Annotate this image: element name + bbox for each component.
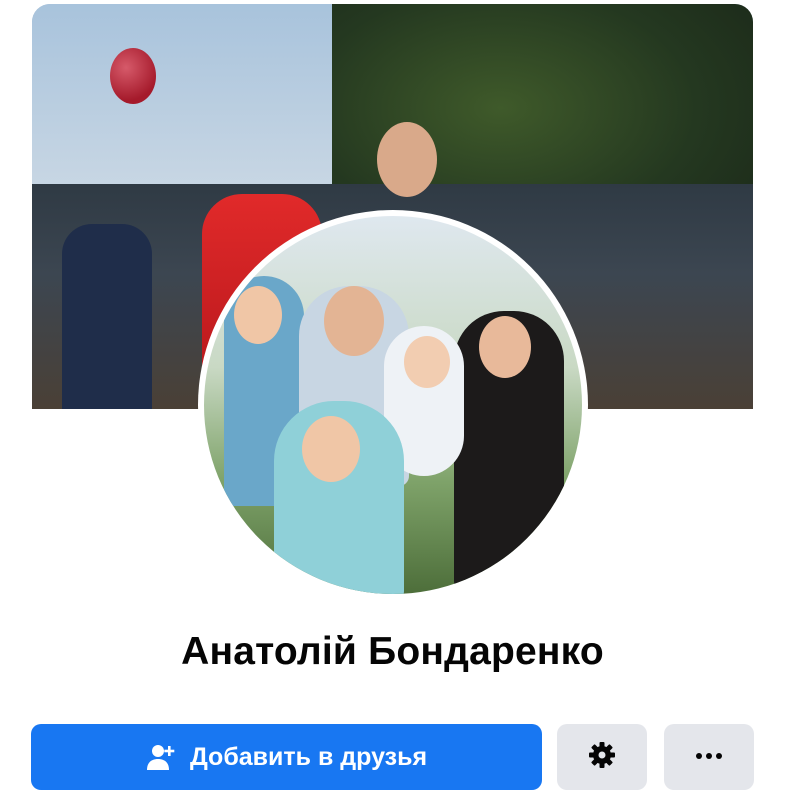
person-shape <box>377 122 437 197</box>
gear-icon <box>587 740 617 775</box>
face-shape <box>302 416 360 482</box>
add-friend-button[interactable]: Добавить в друзья <box>31 724 542 790</box>
profile-name: Анатолій Бондаренко <box>181 630 604 673</box>
add-friend-label: Добавить в друзья <box>189 742 428 771</box>
more-dots-icon <box>694 748 724 766</box>
balloon-shape <box>110 48 156 104</box>
more-button[interactable] <box>664 724 754 790</box>
face-shape <box>324 286 384 356</box>
profile-picture-image <box>204 216 582 594</box>
cover-sky <box>32 4 362 194</box>
face-shape <box>404 336 450 388</box>
face-shape <box>479 316 531 378</box>
face-shape <box>234 286 282 344</box>
profile-picture[interactable] <box>198 210 588 600</box>
settings-button[interactable] <box>557 724 647 790</box>
person-shape <box>62 224 152 409</box>
add-user-icon <box>146 742 176 772</box>
